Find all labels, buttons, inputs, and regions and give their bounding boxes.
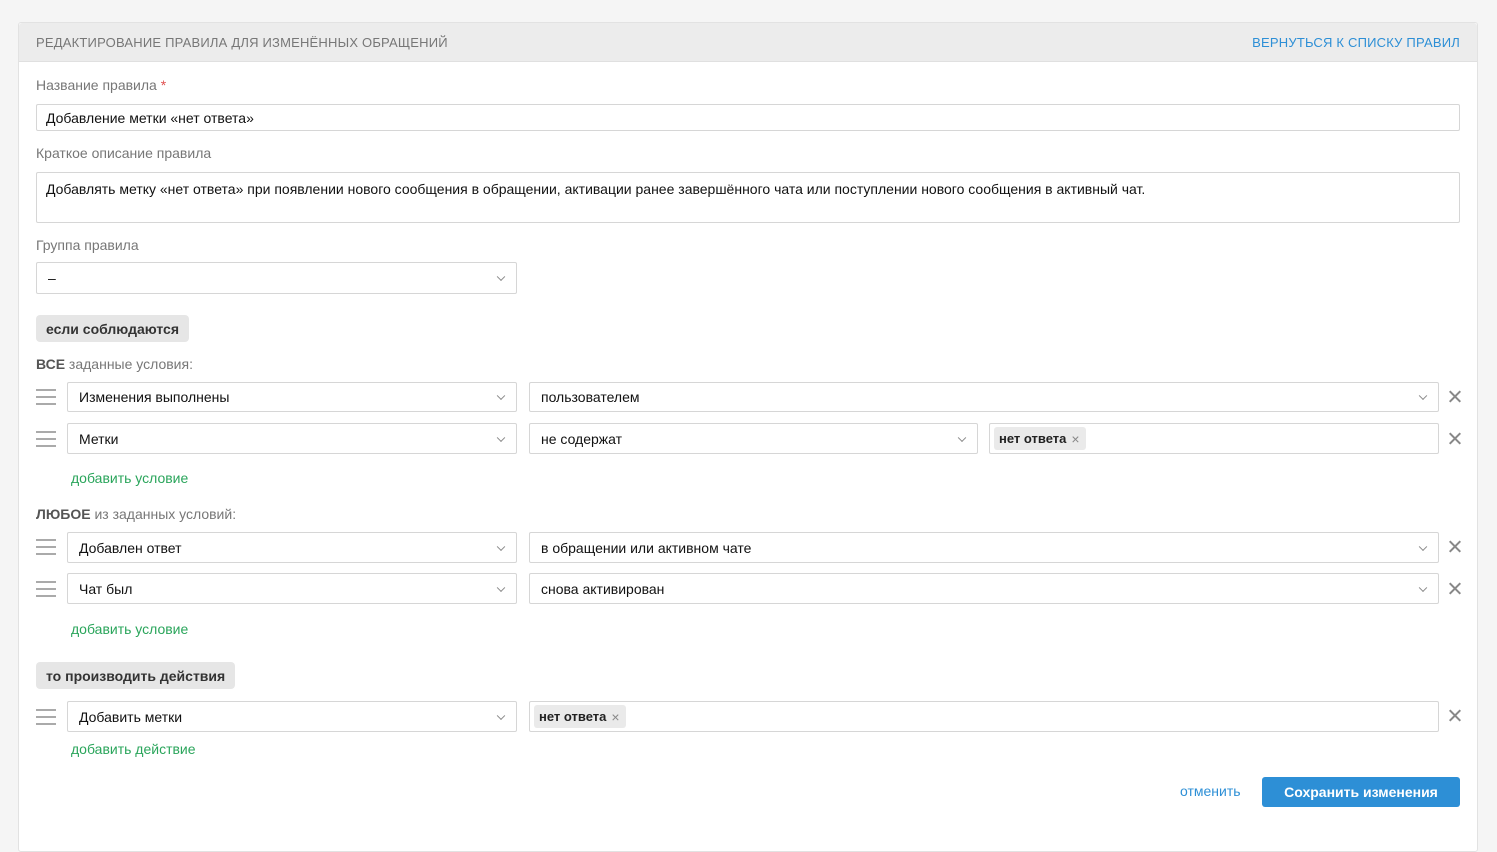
any-condition-1-field-value: Добавлен ответ — [79, 539, 182, 556]
description-textarea[interactable]: Добавлять метку «нет ответа» при появлен… — [36, 172, 1460, 223]
tag-chip-label: нет ответа — [539, 709, 607, 724]
tag-remove-icon[interactable]: × — [611, 709, 619, 725]
any-condition-1-value-select[interactable]: в обращении или активном чате — [529, 532, 1439, 563]
any-conditions-strong: ЛЮБОЕ — [36, 506, 91, 522]
drag-handle-icon[interactable] — [36, 709, 56, 725]
any-condition-2-field-value: Чат был — [79, 580, 133, 597]
any-condition-2-value: снова активирован — [541, 580, 665, 597]
required-mark: * — [160, 77, 167, 93]
rule-name-input[interactable]: Добавление метки «нет ответа» — [36, 104, 1460, 131]
drag-handle-icon[interactable] — [36, 539, 56, 555]
chevron-down-icon — [496, 711, 506, 720]
page-title: РЕДАКТИРОВАНИЕ ПРАВИЛА ДЛЯ ИЗМЕНЁННЫХ ОБ… — [36, 35, 448, 50]
chevron-down-icon — [957, 433, 967, 442]
drag-handle-icon[interactable] — [36, 389, 56, 405]
save-button[interactable]: Сохранить изменения — [1262, 777, 1460, 807]
remove-condition-icon[interactable] — [1448, 390, 1462, 404]
chevron-down-icon — [1418, 391, 1428, 401]
conditions-heading: если соблюдаются — [36, 315, 189, 342]
chevron-down-icon — [1418, 583, 1428, 592]
all-condition-2-tags-input[interactable]: нет ответа × — [989, 423, 1439, 454]
action-1-field-select[interactable]: Добавить метки — [67, 701, 517, 732]
tag-chip: нет ответа × — [994, 427, 1086, 450]
all-condition-1-value-select[interactable]: пользователем — [529, 382, 1439, 412]
add-action-link[interactable]: добавить действие — [71, 741, 196, 757]
drag-handle-icon[interactable] — [36, 431, 56, 447]
all-conditions-rest: заданные условия: — [65, 356, 193, 372]
description-label: Краткое описание правила — [36, 145, 212, 161]
all-condition-2-field-select[interactable]: Метки — [67, 423, 517, 454]
add-all-condition-link[interactable]: добавить условие — [71, 470, 188, 486]
group-label: Группа правила — [36, 237, 139, 253]
all-condition-2-field-value: Метки — [79, 430, 119, 447]
group-select-value: – — [48, 270, 56, 286]
any-condition-1-value: в обращении или активном чате — [541, 539, 752, 556]
all-conditions-strong: ВСЕ — [36, 356, 66, 372]
remove-action-icon[interactable] — [1448, 709, 1462, 723]
any-condition-1-field-select[interactable]: Добавлен ответ — [67, 532, 517, 563]
group-select[interactable]: – — [36, 262, 517, 294]
rule-name-label: Название правила * — [36, 77, 166, 93]
action-1-tags-input[interactable]: нет ответа × — [529, 701, 1439, 732]
remove-condition-icon[interactable] — [1448, 582, 1462, 596]
rule-edit-panel: РЕДАКТИРОВАНИЕ ПРАВИЛА ДЛЯ ИЗМЕНЁННЫХ ОБ… — [18, 22, 1478, 852]
any-condition-2-value-select[interactable]: снова активирован — [529, 573, 1439, 604]
all-condition-1-field-value: Изменения выполнены — [79, 389, 230, 405]
chevron-down-icon — [1418, 542, 1428, 551]
any-conditions-label: ЛЮБОЕ из заданных условий: — [36, 506, 236, 522]
rule-name-value: Добавление метки «нет ответа» — [46, 109, 254, 126]
chevron-down-icon — [496, 391, 506, 401]
add-any-condition-link[interactable]: добавить условие — [71, 621, 188, 637]
all-condition-2-operator-value: не содержат — [541, 430, 623, 447]
any-conditions-rest: из заданных условий: — [90, 506, 237, 522]
all-condition-2-operator-select[interactable]: не содержат — [529, 423, 978, 454]
back-to-rules-link[interactable]: ВЕРНУТЬСЯ К СПИСКУ ПРАВИЛ — [1252, 35, 1460, 50]
chevron-down-icon — [496, 583, 506, 592]
chevron-down-icon — [496, 272, 506, 282]
tag-chip: нет ответа × — [534, 705, 626, 728]
tag-chip-label: нет ответа — [999, 431, 1067, 446]
actions-heading: то производить действия — [36, 662, 236, 689]
tag-remove-icon[interactable]: × — [1071, 431, 1079, 447]
chevron-down-icon — [496, 433, 506, 442]
description-value: Добавлять метку «нет ответа» при появлен… — [46, 181, 1146, 197]
rule-name-label-text: Название правила — [36, 77, 157, 93]
all-conditions-label: ВСЕ заданные условия: — [36, 356, 193, 372]
panel-header: РЕДАКТИРОВАНИЕ ПРАВИЛА ДЛЯ ИЗМЕНЁННЫХ ОБ… — [19, 23, 1477, 62]
all-condition-1-field-select[interactable]: Изменения выполнены — [67, 382, 517, 412]
action-1-field-value: Добавить метки — [79, 708, 183, 725]
chevron-down-icon — [496, 542, 506, 551]
any-condition-2-field-select[interactable]: Чат был — [67, 573, 517, 604]
all-condition-1-value: пользователем — [541, 389, 640, 405]
remove-condition-icon[interactable] — [1448, 540, 1462, 554]
drag-handle-icon[interactable] — [36, 581, 56, 597]
remove-condition-icon[interactable] — [1448, 432, 1462, 446]
cancel-link[interactable]: отменить — [1180, 783, 1241, 799]
